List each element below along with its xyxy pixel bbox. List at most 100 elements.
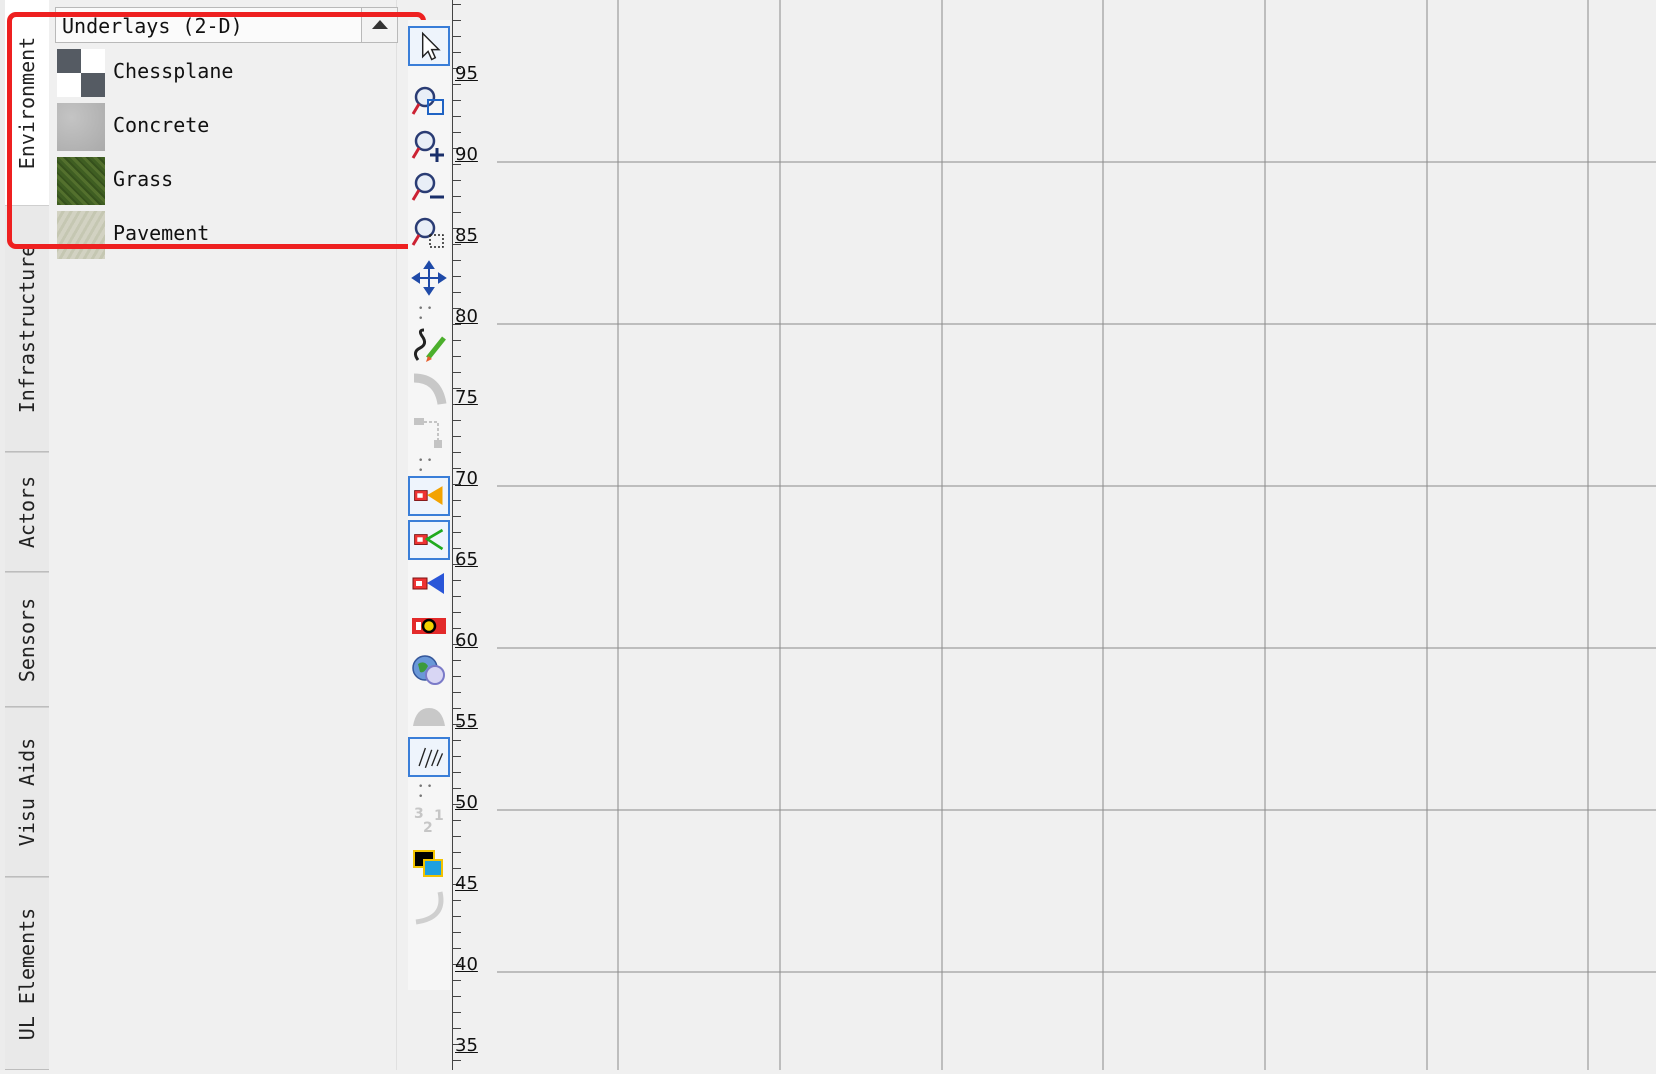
library-item-chessplane[interactable]: Chessplane [57,49,387,99]
radar-sensor-tool-button[interactable] [408,606,450,646]
ruler-tick [453,420,461,421]
zoom-window-icon [411,86,444,115]
ruler-label: 50 [455,792,478,813]
tab-label: Sensors [15,597,39,682]
library-item-label: Pavement [113,221,210,245]
ruler-tick [453,580,461,581]
tab-actors[interactable]: Actors [5,452,49,572]
toolbar-separator [418,782,438,802]
ruler-label: 45 [455,873,478,894]
drawing-canvas[interactable] [497,0,1656,1070]
ruler-tick [453,612,461,613]
library-item-label: Grass [113,167,174,191]
library-item-pavement[interactable]: Pavement [57,211,387,261]
select-tool-button[interactable] [408,26,450,66]
ruler-tick [453,372,461,373]
library-item-label: Concrete [113,113,210,137]
ruler-tick [453,916,461,917]
ruler-tick [453,1012,461,1013]
ruler-tick [453,180,461,181]
library-item-grass[interactable]: Grass [57,157,387,207]
layers-icon [413,850,443,877]
ruler-label: 70 [455,468,478,489]
ruler-label: 85 [455,225,478,246]
library-item-concrete[interactable]: Concrete [57,103,387,153]
ruler-tick [453,100,461,101]
ruler-tick [453,900,461,901]
ruler-tick [453,36,461,37]
collapse-arrow-icon[interactable] [361,8,397,42]
ruler-label: 90 [455,144,478,165]
ruler-tick [453,868,461,869]
grid [497,0,1656,1070]
orange-beam-sensor-icon [414,486,443,505]
ruler-tick [453,452,461,453]
zoom-out-tool-button[interactable] [408,168,450,208]
tab-label: UL Elements [15,907,39,1040]
junction-tool-button[interactable] [408,412,450,452]
ruler-tick [453,292,461,293]
ruler-tick [453,996,461,997]
ruler-tick [453,84,461,85]
orange-sensor-tool-button[interactable] [408,476,450,516]
ruler-tick [453,116,461,117]
ruler-tick [453,500,461,501]
ruler-tick [453,772,461,773]
category-header[interactable]: Underlays (2-D) [55,7,398,43]
tab-environment[interactable]: Environment [5,0,49,205]
terrain-tool-button[interactable] [408,694,450,734]
ruler-tick [453,740,461,741]
ruler-tick [453,196,461,197]
svg-text:2: 2 [423,820,433,836]
globe-icon [412,655,445,685]
tab-sensors[interactable]: Sensors [5,572,49,707]
pointer-arrow-icon [421,31,441,61]
tab-ul-elements[interactable]: UL Elements [5,877,49,1070]
zoom-window-tool-button[interactable] [408,82,450,122]
ruler-tick [453,276,461,277]
move-arrows-icon [411,260,447,296]
side-tab-bar: Environment Infrastructure Actors Sensor… [0,0,49,1070]
ruler-tick [453,660,461,661]
numbers-321-icon: 321 [414,806,444,836]
toolbar-separator [418,304,438,324]
ruler-label: 80 [455,306,478,327]
ordering-tool-button[interactable]: 321 [408,802,450,842]
pan-tool-button[interactable] [408,258,450,298]
globe-tool-button[interactable] [408,650,450,690]
green-beam-sensor-icon [414,528,444,551]
tab-infrastructure[interactable]: Infrastructure [5,205,49,452]
tab-visu-aids[interactable]: Visu Aids [5,707,49,877]
junction-icon [414,418,442,448]
blue-sensor-tool-button[interactable] [408,564,450,604]
ruler-tick [453,52,461,53]
arc-tool-button[interactable] [408,888,450,928]
chessplane-thumbnail [57,49,105,97]
ruler-tick [453,516,461,517]
ruler-tick [453,1028,461,1029]
terrain-icon [413,708,445,726]
trajectory-tool-button[interactable] [408,737,450,777]
layer-tool-button[interactable] [408,844,450,884]
svg-text:1: 1 [434,808,444,824]
zoom-fit-icon [411,217,444,248]
tab-label: Environment [15,36,39,169]
zoom-in-tool-button[interactable] [408,126,450,166]
ruler-tick [453,692,461,693]
curve-road-tool-button[interactable] [408,370,450,410]
blue-beam-sensor-icon [412,573,444,594]
draw-road-tool-button[interactable] [408,326,450,366]
ruler-tick [453,4,461,5]
ruler-tick [453,932,461,933]
zoom-fit-tool-button[interactable] [408,213,450,253]
toolbar-separator [418,456,438,476]
ruler-tick [453,676,461,677]
ruler-tick [453,132,461,133]
ruler-tick [453,20,461,21]
library-item-label: Chessplane [113,59,234,83]
tool-palette: 321 [406,8,452,1070]
green-sensor-tool-button[interactable] [408,520,450,560]
radar-sensor-icon [412,618,446,634]
ruler-label: 35 [455,1035,478,1056]
category-title: Underlays (2-D) [62,14,243,38]
